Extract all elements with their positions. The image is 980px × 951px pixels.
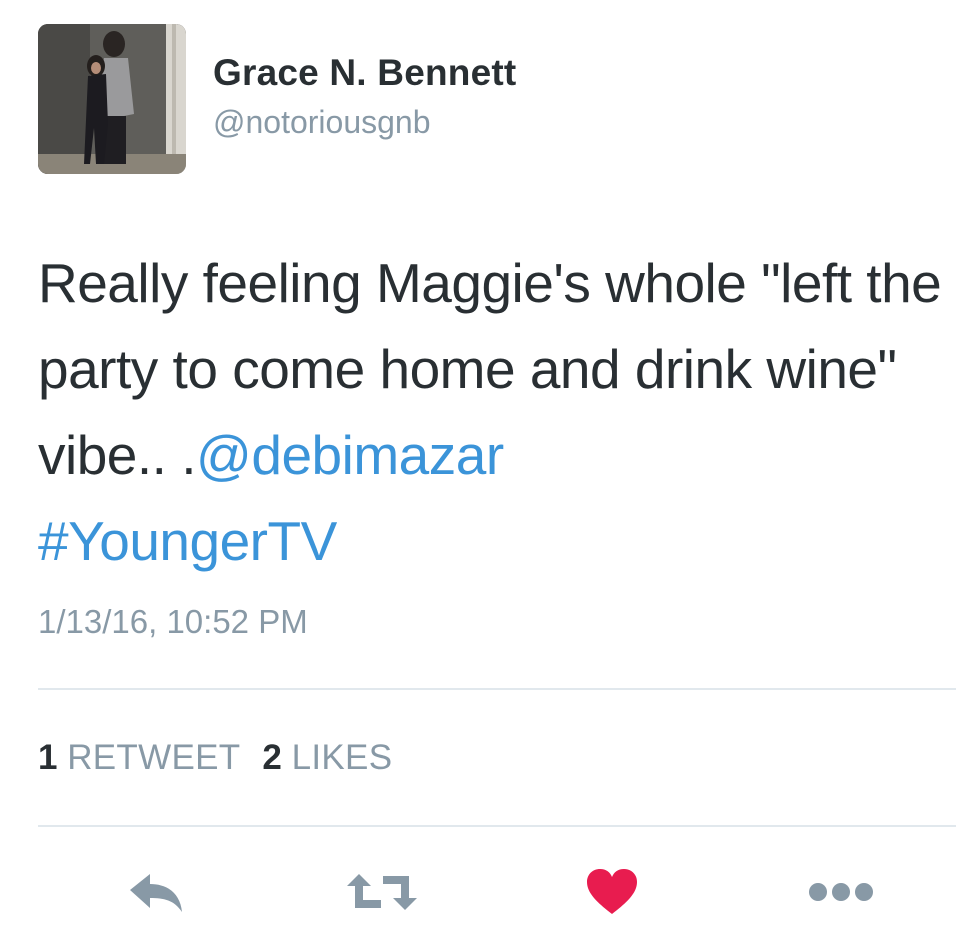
more-dots-icon: [809, 883, 873, 901]
reply-icon: [130, 874, 182, 912]
retweets-stat[interactable]: 1 RETWEET: [38, 738, 240, 777]
avatar[interactable]: [38, 24, 186, 174]
reply-button[interactable]: [124, 862, 188, 922]
heart-icon: [587, 869, 637, 914]
retweet-icon: [347, 874, 417, 910]
author-name[interactable]: Grace N. Bennett: [213, 52, 516, 94]
tweet-text: Really feeling Maggie's whole "left the …: [38, 240, 958, 584]
author-handle[interactable]: @notoriousgnb: [213, 104, 431, 141]
likes-label: LIKES: [291, 738, 393, 777]
retweets-count: 1: [38, 738, 58, 777]
mention-link[interactable]: @debimazar: [196, 424, 504, 486]
tweet-timestamp[interactable]: 1/13/16, 10:52 PM: [38, 603, 308, 641]
likes-count: 2: [262, 738, 282, 777]
avatar-photo: [38, 24, 186, 174]
more-button[interactable]: [805, 862, 877, 922]
divider: [38, 825, 956, 827]
likes-stat[interactable]: 2 LIKES: [262, 738, 392, 777]
hashtag-link[interactable]: #YoungerTV: [38, 510, 337, 572]
like-button[interactable]: [582, 862, 642, 922]
divider: [38, 688, 956, 690]
retweets-label: RETWEET: [67, 738, 241, 777]
retweet-button[interactable]: [343, 862, 421, 922]
tweet-stats: 1 RETWEET 2 LIKES: [38, 738, 392, 778]
